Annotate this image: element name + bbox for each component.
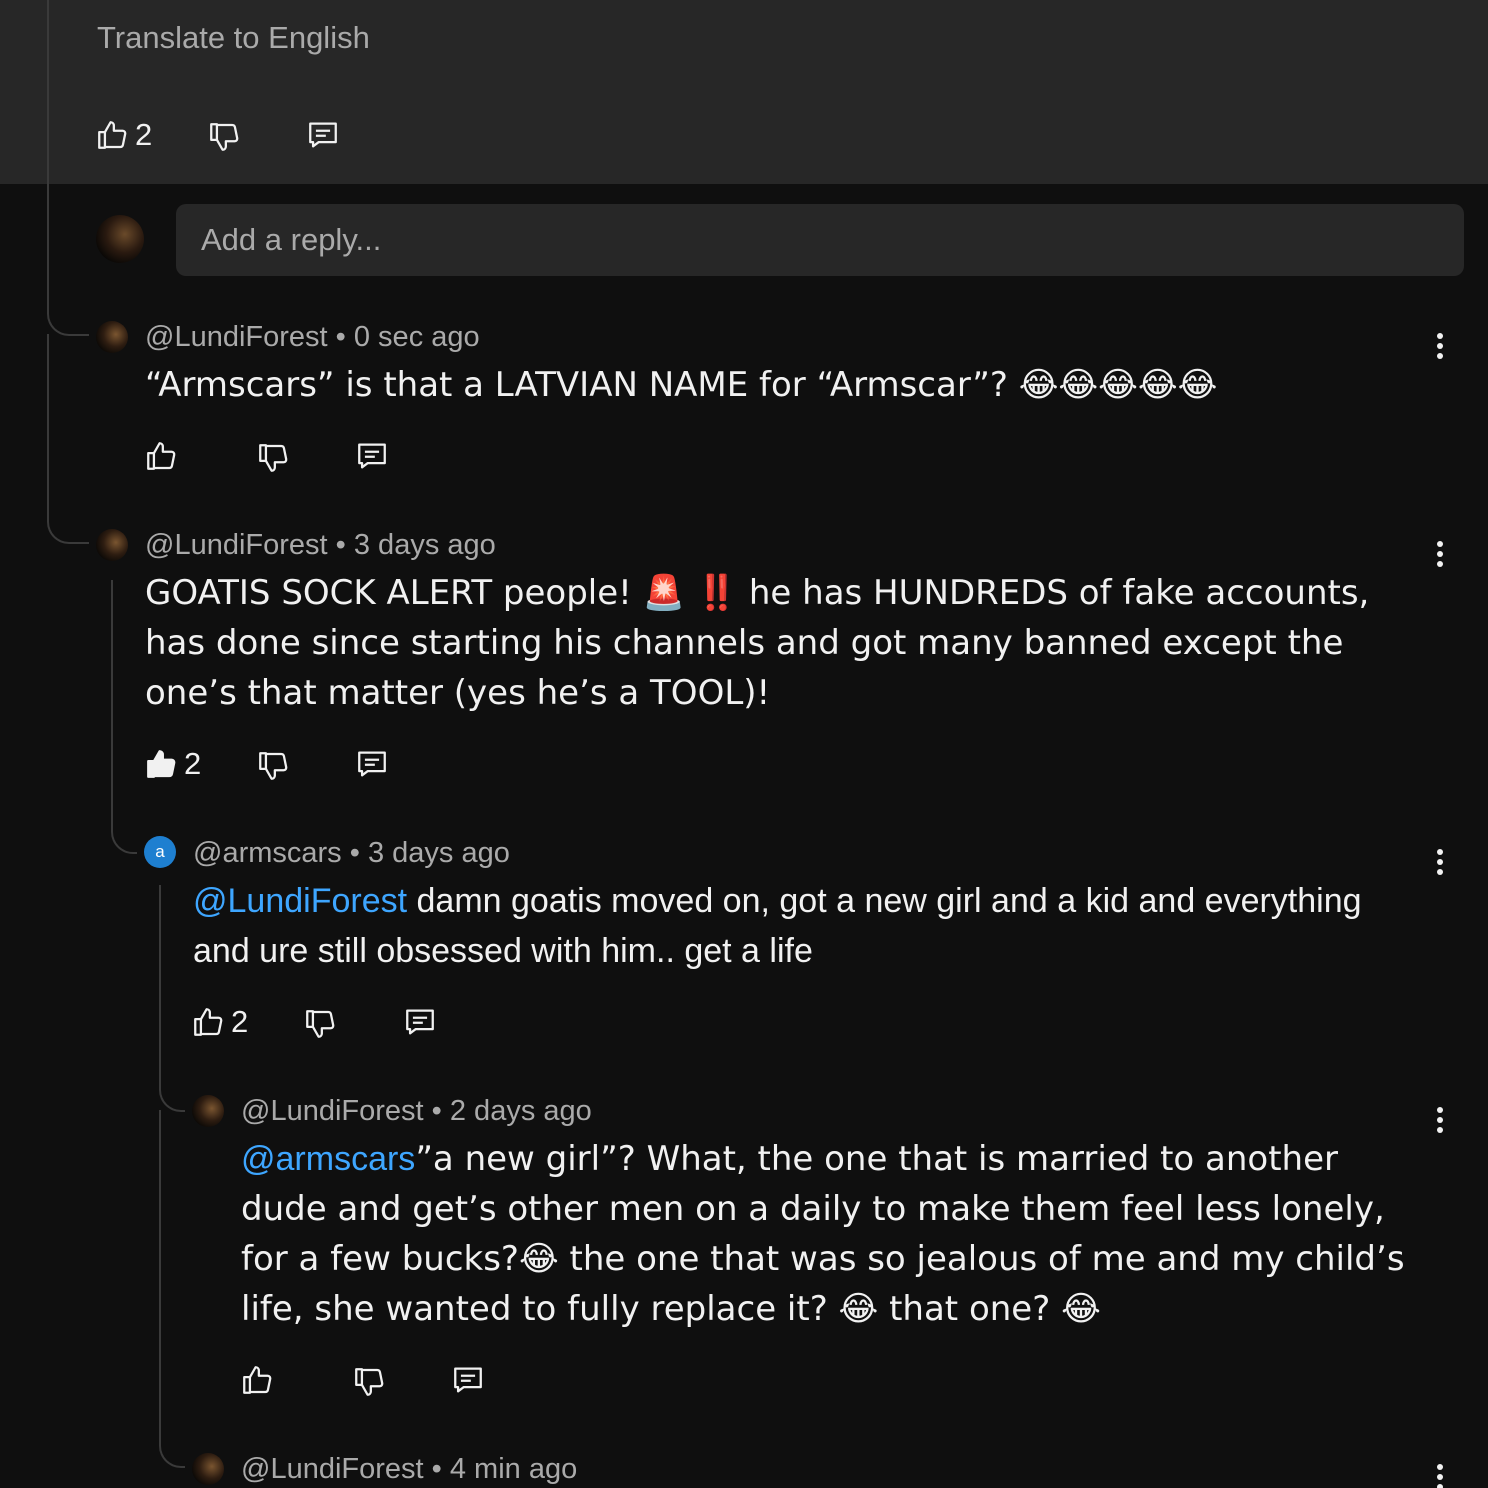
- dislike-button[interactable]: [303, 1006, 337, 1042]
- timestamp[interactable]: 0 sec ago: [354, 321, 480, 353]
- thumb-up-icon: [144, 438, 178, 474]
- like-button[interactable]: [144, 438, 184, 474]
- avatar-letter: a: [155, 842, 165, 861]
- like-count: 2: [184, 746, 202, 781]
- separator: •: [335, 321, 346, 353]
- thumb-up-icon: [240, 1362, 274, 1398]
- thumb-down-icon: [207, 119, 241, 155]
- comment-text-content: “Armscars” is that a LATVIAN NAME for “A…: [145, 365, 1218, 405]
- avatar[interactable]: [192, 1453, 224, 1485]
- author-name[interactable]: @LundiForest: [241, 1095, 424, 1127]
- like-count: 2: [135, 117, 153, 152]
- comment-text-content: GOATIS SOCK ALERT people! 🚨 ‼️ he has HU…: [145, 573, 1370, 713]
- comment-meta: @LundiForest • 2 days ago: [241, 1095, 592, 1128]
- reply-icon: [305, 118, 341, 152]
- reply-button[interactable]: [450, 1363, 486, 1397]
- comment-meta: @LundiForest • 0 sec ago: [145, 321, 480, 354]
- thumb-up-icon: [191, 1004, 225, 1040]
- avatar[interactable]: [96, 321, 128, 353]
- thread-branch: [111, 810, 137, 854]
- timestamp[interactable]: 3 days ago: [368, 837, 510, 869]
- separator: •: [335, 529, 346, 561]
- timestamp[interactable]: 3 days ago: [354, 529, 496, 561]
- author-name[interactable]: @LundiForest: [145, 529, 328, 561]
- thread-branch: [47, 300, 89, 336]
- avatar[interactable]: [96, 529, 128, 561]
- comment-meta: @armscars • 3 days ago: [193, 837, 510, 870]
- add-reply-input[interactable]: Add a reply...: [176, 204, 1464, 276]
- thumb-down-icon: [303, 1006, 337, 1042]
- reply-button[interactable]: [354, 747, 390, 781]
- comment-text-content: ”a new girl”? What, the one that is marr…: [241, 1139, 1405, 1329]
- comment-text: GOATIS SOCK ALERT people! 🚨 ‼️ he has HU…: [145, 568, 1415, 718]
- like-button[interactable]: 2: [191, 1004, 248, 1040]
- like-count: 2: [231, 1004, 249, 1039]
- thread-line-main: [47, 0, 49, 300]
- reply-button[interactable]: [402, 1005, 438, 1039]
- author-name[interactable]: @LundiForest: [241, 1453, 424, 1485]
- reply-icon: [354, 439, 390, 473]
- more-vert-icon[interactable]: [1435, 1107, 1445, 1147]
- separator: •: [431, 1453, 442, 1485]
- like-button[interactable]: 2: [95, 117, 152, 153]
- thread-line-sub2: [159, 885, 161, 1070]
- dislike-button[interactable]: [352, 1364, 386, 1400]
- thumb-down-icon: [352, 1364, 386, 1400]
- like-button[interactable]: 2: [144, 746, 201, 782]
- comment-meta: @LundiForest • 4 min ago: [241, 1453, 577, 1486]
- avatar[interactable]: [192, 1095, 224, 1127]
- thread-line-sub: [111, 580, 113, 810]
- comment-meta: @LundiForest • 3 days ago: [145, 529, 496, 562]
- avatar[interactable]: a: [144, 836, 176, 868]
- reply-button[interactable]: [354, 439, 390, 473]
- reply-icon: [402, 1005, 438, 1039]
- mention-link[interactable]: @armscars: [241, 1140, 415, 1178]
- reply-icon: [450, 1363, 486, 1397]
- dislike-button[interactable]: [256, 440, 290, 476]
- thread-branch: [159, 1110, 185, 1468]
- like-button[interactable]: [240, 1362, 280, 1398]
- dislike-button[interactable]: [256, 748, 290, 784]
- more-vert-icon[interactable]: [1435, 541, 1445, 581]
- thumb-up-icon: [95, 117, 129, 153]
- comment-text: “Armscars” is that a LATVIAN NAME for “A…: [145, 360, 1395, 410]
- separator: •: [431, 1095, 442, 1127]
- separator: •: [349, 837, 360, 869]
- dislike-button[interactable]: [207, 119, 241, 155]
- author-name[interactable]: @armscars: [193, 837, 342, 869]
- comment-text: @LundiForest damn goatis moved on, got a…: [193, 876, 1393, 976]
- thumb-up-icon: [144, 746, 178, 782]
- translate-link[interactable]: Translate to English: [97, 20, 370, 56]
- thumb-down-icon: [256, 748, 290, 784]
- thread-branch: [159, 1070, 185, 1112]
- reply-button[interactable]: [305, 118, 341, 152]
- more-vert-icon[interactable]: [1435, 333, 1445, 373]
- timestamp[interactable]: 4 min ago: [450, 1453, 577, 1485]
- author-name[interactable]: @LundiForest: [145, 321, 328, 353]
- timestamp[interactable]: 2 days ago: [450, 1095, 592, 1127]
- more-vert-icon[interactable]: [1435, 849, 1445, 889]
- mention-link[interactable]: @LundiForest: [193, 882, 407, 920]
- thumb-down-icon: [256, 440, 290, 476]
- more-vert-icon[interactable]: [1435, 1464, 1445, 1488]
- reply-icon: [354, 747, 390, 781]
- current-user-avatar: [96, 215, 144, 263]
- comment-text: @armscars”a new girl”? What, the one tha…: [241, 1134, 1421, 1334]
- thread-branch: [47, 334, 89, 544]
